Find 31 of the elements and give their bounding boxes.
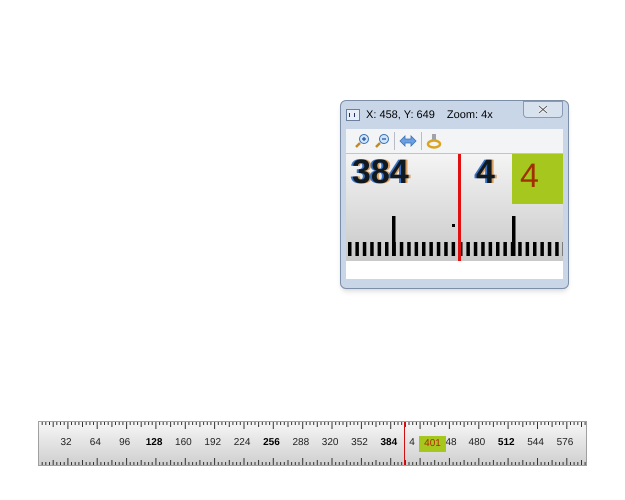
cursor-line (404, 422, 405, 465)
double-arrow-icon[interactable] (399, 135, 417, 147)
scale-label: 256 (263, 437, 280, 449)
scale-label: 288 (292, 437, 310, 449)
close-button[interactable] (523, 101, 563, 118)
zoom-out-icon[interactable] (374, 133, 390, 149)
zoom-in-icon[interactable] (354, 133, 370, 149)
scale-label: 64 (90, 437, 101, 449)
scale-label: 48 (445, 437, 457, 449)
scale-label: 576 (556, 437, 574, 449)
magnified-number: 384 (352, 154, 409, 193)
scale-label: 96 (119, 437, 130, 449)
scale-label: 32 (60, 437, 72, 449)
scale-label: 192 (204, 437, 222, 449)
close-icon (538, 105, 548, 114)
zoom-level: Zoom: 4x (446, 108, 493, 123)
scale-label: 320 (322, 437, 338, 449)
scale-label: 224 (234, 437, 250, 449)
scale-label: 352 (351, 437, 368, 449)
ruler-app-icon (346, 109, 360, 121)
scale-label: 128 (146, 437, 162, 449)
magnified-number: 4 (476, 154, 495, 193)
position-badge: 401 (419, 436, 446, 452)
window-title: X: 458, Y: 649 (366, 108, 435, 123)
scale-label: 544 (527, 437, 544, 449)
scale-label: 384 (380, 437, 398, 449)
scale-label: 480 (468, 437, 486, 449)
scale-label: 160 (175, 437, 192, 449)
scale-label: 4 (409, 437, 415, 449)
scale-label: 512 (498, 437, 515, 449)
highlighted-number: 4 (512, 154, 563, 204)
